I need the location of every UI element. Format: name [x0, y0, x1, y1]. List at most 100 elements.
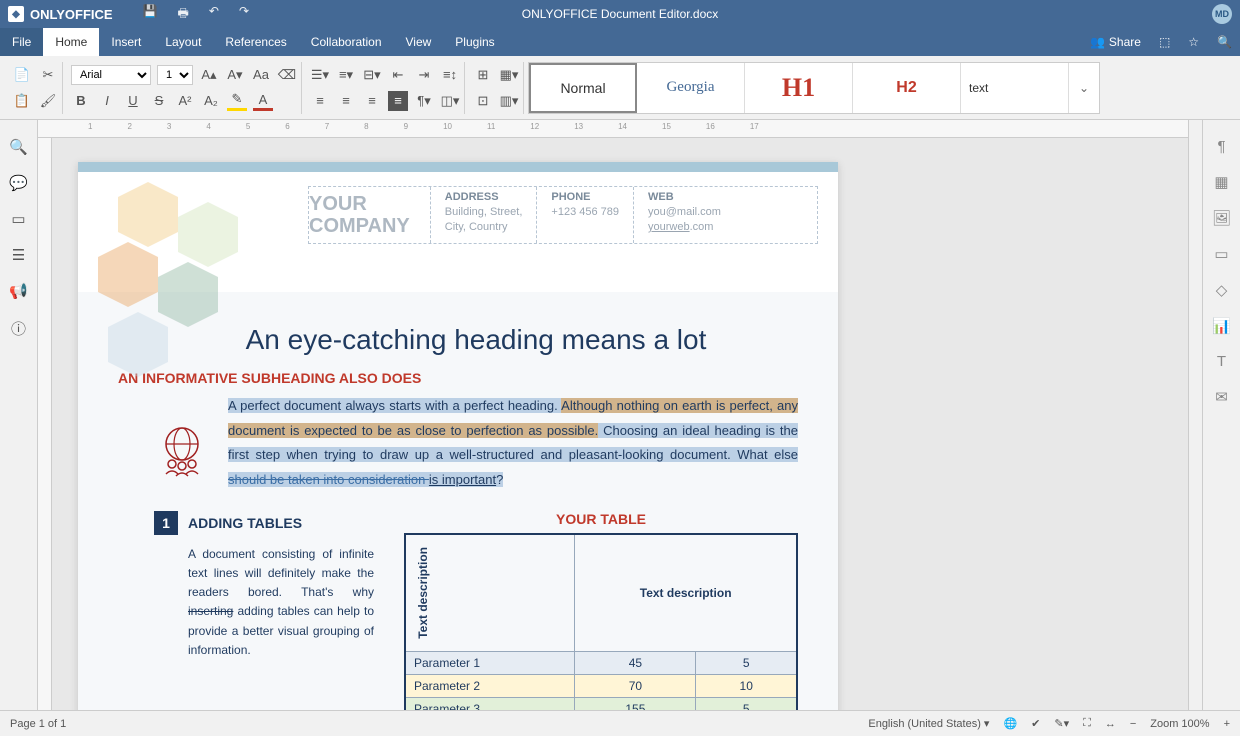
format-painter-icon[interactable]: 🖌 [38, 91, 58, 111]
bold-button[interactable]: B [71, 91, 91, 111]
fit-width-icon[interactable]: ↔ [1105, 718, 1116, 730]
menu-collaboration[interactable]: Collaboration [299, 28, 394, 56]
insert-page-icon[interactable]: ⊡ [473, 91, 493, 111]
shape-settings-icon[interactable]: ◇ [1216, 281, 1228, 299]
multilevel-icon[interactable]: ⊟▾ [362, 65, 382, 85]
font-color-button[interactable]: A [253, 91, 273, 111]
textart-settings-icon[interactable]: T [1217, 353, 1226, 370]
print-icon[interactable]: 🖶 [178, 4, 189, 25]
align-left-icon[interactable]: ≡ [310, 91, 330, 111]
insert-field-icon[interactable]: ⊞ [473, 65, 493, 85]
feedback-icon[interactable]: 📢 [9, 282, 28, 300]
strike-button[interactable]: S [149, 91, 169, 111]
titlebar: ◆ ONLYOFFICE 💾 🖶 ↶ ↷ ONLYOFFICE Document… [0, 0, 1240, 28]
table-settings-icon[interactable]: ▦ [1214, 173, 1228, 191]
zoom-in-button[interactable]: + [1224, 718, 1230, 730]
right-rail: ¶ ▦ 🖼 ▭ ◇ 📊 T ✉ [1202, 120, 1240, 710]
styles-gallery: Normal Georgia H1 H2 text ⌄ [528, 62, 1100, 114]
shading-icon[interactable]: ◫▾ [440, 91, 460, 111]
styles-dropdown-icon[interactable]: ⌄ [1069, 63, 1099, 113]
menu-file[interactable]: File [0, 28, 43, 56]
mailmerge-icon[interactable]: ▦▾ [499, 65, 519, 85]
style-text[interactable]: text [961, 63, 1069, 113]
data-table: Text descriptionText description Paramet… [404, 533, 798, 710]
about-icon[interactable]: ⓘ [11, 318, 26, 339]
company-name: YOURCOMPANY [309, 187, 430, 243]
decrease-font-icon[interactable]: A▾ [225, 65, 245, 85]
table-row: Parameter 1455 [405, 651, 797, 674]
save-icon[interactable]: 💾 [143, 4, 158, 25]
menu-view[interactable]: View [394, 28, 444, 56]
language-select[interactable]: English (United States) ▾ [868, 717, 989, 730]
align-right-icon[interactable]: ≡ [362, 91, 382, 111]
menu-insert[interactable]: Insert [99, 28, 153, 56]
align-center-icon[interactable]: ≡ [336, 91, 356, 111]
style-h1[interactable]: H1 [745, 63, 853, 113]
columns-icon[interactable]: ▥▾ [499, 91, 519, 111]
undo-icon[interactable]: ↶ [209, 4, 219, 25]
highlight-color-button[interactable]: ✎ [227, 91, 247, 111]
italic-button[interactable]: I [97, 91, 117, 111]
globe-people-icon [154, 422, 210, 478]
navigation-icon[interactable]: ☰ [12, 246, 25, 264]
menu-home[interactable]: Home [43, 28, 99, 56]
zoom-out-button[interactable]: − [1130, 718, 1136, 730]
style-georgia[interactable]: Georgia [637, 63, 745, 113]
chat-icon[interactable]: ▭ [11, 210, 25, 228]
redo-icon[interactable]: ↷ [239, 4, 249, 25]
zoom-level[interactable]: Zoom 100% [1150, 718, 1209, 730]
superscript-button[interactable]: A² [175, 91, 195, 111]
style-normal[interactable]: Normal [529, 63, 637, 113]
horizontal-ruler[interactable]: 1234567891011121314151617 [38, 120, 1188, 138]
line-spacing-icon[interactable]: ≡↕ [440, 65, 460, 85]
page[interactable]: YOURCOMPANY ADDRESS Building, Street,Cit… [78, 162, 838, 710]
header-settings-icon[interactable]: ▭ [1214, 245, 1228, 263]
app-logo: ◆ ONLYOFFICE [8, 6, 113, 22]
fit-page-icon[interactable]: ⛶ [1083, 717, 1091, 730]
statusbar: Page 1 of 1 English (United States) ▾ 🌐 … [0, 710, 1240, 736]
favorite-icon[interactable]: ☆ [1188, 35, 1199, 49]
bullets-icon[interactable]: ☰▾ [310, 65, 330, 85]
style-h2[interactable]: H2 [853, 63, 961, 113]
spellcheck-icon[interactable]: 🌐 [1003, 717, 1017, 730]
image-settings-icon[interactable]: 🖼 [1212, 209, 1231, 227]
page-indicator[interactable]: Page 1 of 1 [10, 718, 66, 730]
mail-settings-icon[interactable]: ✉ [1215, 388, 1228, 406]
change-case-icon[interactable]: Aa [251, 65, 271, 85]
align-justify-icon[interactable]: ≡ [388, 91, 408, 111]
table-row: Parameter 31555 [405, 697, 797, 710]
increase-font-icon[interactable]: A▴ [199, 65, 219, 85]
spell-icon[interactable]: ✔ [1031, 717, 1040, 730]
track-changes-icon[interactable]: ✎▾ [1054, 717, 1069, 730]
user-avatar[interactable]: MD [1212, 4, 1232, 24]
comments-icon[interactable]: 💬 [9, 174, 28, 192]
open-location-icon[interactable]: ⬚ [1159, 35, 1170, 49]
clear-style-icon[interactable]: ⌫ [277, 65, 297, 85]
nonprinting-icon[interactable]: ¶▾ [414, 91, 434, 111]
menu-layout[interactable]: Layout [153, 28, 213, 56]
underline-button[interactable]: U [123, 91, 143, 111]
cut-icon[interactable]: ✂ [38, 65, 58, 85]
section-paragraph: A document consisting of infinite text l… [154, 545, 374, 660]
paragraph-settings-icon[interactable]: ¶ [1217, 138, 1225, 155]
share-button[interactable]: 👥 Share [1090, 35, 1141, 49]
copy-icon[interactable]: 📄 [12, 65, 32, 85]
indent-dec-icon[interactable]: ⇤ [388, 65, 408, 85]
search-icon[interactable]: 🔍 [1217, 35, 1232, 49]
paragraph-selected: A perfect document always starts with a … [228, 394, 798, 493]
paste-icon[interactable]: 📋 [12, 91, 32, 111]
font-family-select[interactable]: Arial [71, 65, 151, 85]
subscript-button[interactable]: A₂ [201, 91, 221, 111]
menu-references[interactable]: References [213, 28, 298, 56]
find-icon[interactable]: 🔍 [9, 138, 28, 156]
menu-plugins[interactable]: Plugins [443, 28, 506, 56]
toolbar-home: 📄✂ 📋🖌 Arial 11 A▴ A▾ Aa ⌫ B I U S A² A₂ … [0, 56, 1240, 120]
font-size-select[interactable]: 11 [157, 65, 193, 85]
logo-icon: ◆ [8, 6, 24, 22]
left-rail: 🔍 💬 ▭ ☰ 📢 ⓘ [0, 120, 38, 710]
table-row: Parameter 27010 [405, 674, 797, 697]
vertical-scrollbar[interactable] [1188, 120, 1202, 710]
indent-inc-icon[interactable]: ⇥ [414, 65, 434, 85]
numbering-icon[interactable]: ≡▾ [336, 65, 356, 85]
chart-settings-icon[interactable]: 📊 [1212, 317, 1231, 335]
